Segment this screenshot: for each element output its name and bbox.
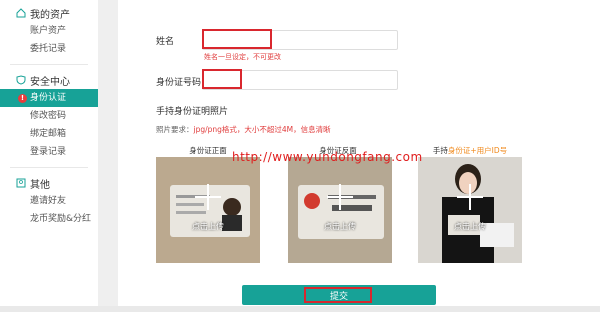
section-other-label: 其他: [30, 179, 50, 191]
add-icon: [195, 184, 221, 211]
sidebar-item-orders[interactable]: 委托记录: [0, 40, 98, 58]
name-hint: 姓名一旦设定，不可更改: [204, 53, 281, 61]
sidebar-item-rewards[interactable]: 龙币奖励&分红: [0, 210, 98, 228]
sidebar: 我的资产 账户资产 委托记录 安全中心 ! 身份认证 修改密码 绑定邮箱 登录记…: [0, 0, 98, 306]
sidebar-item-identity-label: 身份认证: [30, 93, 67, 103]
submit-button[interactable]: 提交: [242, 285, 436, 305]
hold-upload[interactable]: 点击上传: [418, 157, 522, 263]
alert-icon: !: [18, 93, 27, 103]
hold-caption-highlight: 身份证+用户ID号: [447, 146, 508, 155]
upload-label: 点击上传: [192, 222, 224, 231]
sidebar-item-bind-email[interactable]: 绑定邮箱: [0, 125, 98, 143]
footer-bar: [0, 306, 600, 312]
name-highlight: [202, 29, 272, 49]
divider: [10, 167, 88, 168]
other-icon: [16, 178, 26, 188]
name-label: 姓名: [156, 37, 175, 47]
add-icon: [457, 184, 483, 211]
sidebar-item-login-records[interactable]: 登录记录: [0, 143, 98, 161]
requirement-prefix: 照片要求：: [156, 125, 194, 134]
id-label: 身份证号码: [156, 78, 202, 88]
add-icon: [327, 184, 353, 211]
section-other: 其他: [0, 174, 98, 192]
upload-label: 点击上传: [324, 222, 356, 231]
section-assets: 我的资产: [0, 4, 98, 22]
shield-icon: [16, 75, 26, 85]
front-upload[interactable]: 点击上传: [156, 157, 260, 263]
section-security: 安全中心: [0, 71, 98, 89]
photo-requirement: 照片要求：jpg/png格式，大小不超过4M，信息清晰: [156, 124, 331, 135]
divider: [10, 64, 88, 65]
sidebar-item-account-assets[interactable]: 账户资产: [0, 22, 98, 40]
submit-highlight: [304, 287, 372, 303]
requirement-text: jpg/png格式，大小不超过4M，信息清晰: [193, 125, 331, 134]
hold-caption: 手持身份证+用户ID号: [408, 145, 532, 156]
photo-section-title: 手持身份证明照片: [156, 107, 229, 117]
upload-label: 点击上传: [454, 222, 486, 231]
watermark: http://www.yundongfang.com: [232, 150, 423, 164]
section-security-label: 安全中心: [30, 76, 70, 88]
id-highlight: [202, 69, 242, 89]
section-assets-label: 我的资产: [30, 9, 70, 21]
sidebar-item-identity[interactable]: ! 身份认证: [0, 89, 98, 107]
back-upload[interactable]: 点击上传: [288, 157, 392, 263]
sidebar-item-invite[interactable]: 邀请好友: [0, 192, 98, 210]
sidebar-item-change-password[interactable]: 修改密码: [0, 107, 98, 125]
home-icon: [16, 8, 26, 18]
hold-caption-prefix: 手持: [432, 146, 448, 155]
